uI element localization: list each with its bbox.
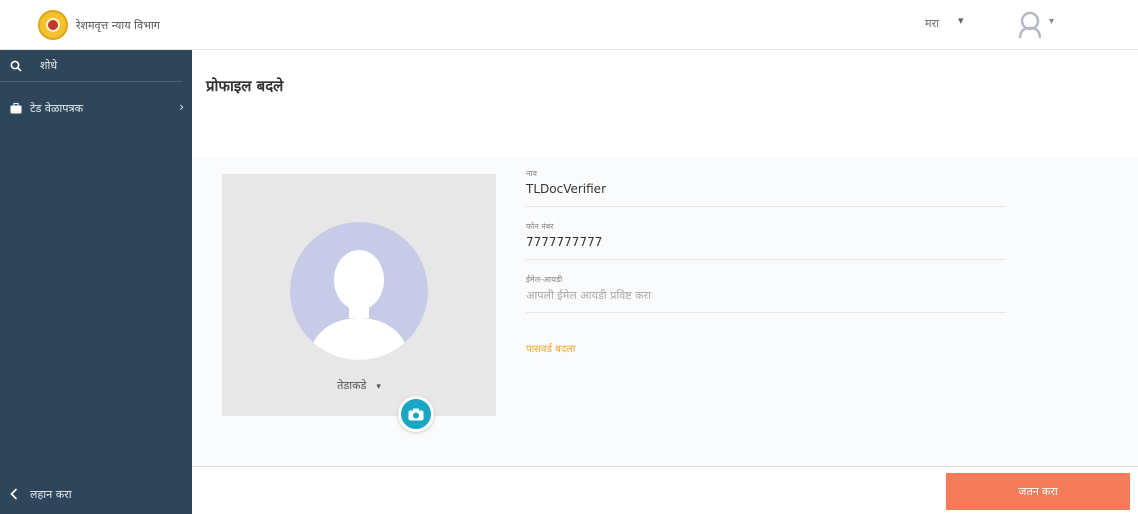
camera-icon <box>408 408 424 420</box>
sidebar-item-label: टेड वेळापत्रक <box>30 101 84 115</box>
chevron-down-icon[interactable]: ▾ <box>958 14 964 27</box>
language-selector[interactable]: मरा <box>925 16 939 31</box>
name-value[interactable]: TLDocVerifier <box>526 182 1006 200</box>
email-label: ईमेल-आयडी <box>526 275 563 284</box>
email-input[interactable]: आपली ईमेल आयडी प्रविष्ट करा <box>526 288 1006 306</box>
save-button[interactable]: जतन करा <box>946 473 1130 510</box>
avatar <box>290 222 428 360</box>
chevron-left-icon <box>10 488 18 500</box>
sidebar-collapse-label: लहान करा <box>30 487 72 501</box>
page-title: प्रोफाइल बदले <box>206 77 284 95</box>
profile-name-text: तेडाकडे <box>337 379 367 392</box>
upload-photo-button[interactable] <box>398 396 434 432</box>
profile-name[interactable]: तेडाकडे ▾ <box>222 378 496 393</box>
brand-name: रेशमवृत्त न्याय विभाग <box>76 18 160 32</box>
phone-field[interactable]: फोन नंबर 7777777777 <box>526 221 1006 260</box>
user-avatar-icon[interactable] <box>1017 10 1043 38</box>
name-label: नाव <box>526 169 537 178</box>
user-menu-caret-icon[interactable]: ▾ <box>1049 16 1054 27</box>
sidebar: शोधे टेड वेळापत्रक › लहान करा <box>0 50 192 514</box>
person-silhouette-icon <box>308 250 410 360</box>
chevron-right-icon: › <box>179 100 184 114</box>
sidebar-search-label: शोधे <box>40 59 58 72</box>
field-divider <box>526 312 1006 313</box>
phone-value[interactable]: 7777777777 <box>526 235 1006 253</box>
name-field[interactable]: नाव TLDocVerifier <box>526 168 1006 207</box>
brand-logo-icon <box>38 10 68 40</box>
phone-label: फोन नंबर <box>526 222 554 231</box>
main-content: प्रोफाइल बदले तेडाकडे ▾ नाव TLDocVerifier… <box>192 50 1138 514</box>
field-divider <box>526 206 1006 207</box>
email-field[interactable]: ईमेल-आयडी आपली ईमेल आयडी प्रविष्ट करा <box>526 274 1006 313</box>
sidebar-search[interactable]: शोधे <box>0 50 182 82</box>
search-icon <box>10 60 22 72</box>
change-password-link[interactable]: पासवर्ड बदला <box>526 341 576 355</box>
profile-form: नाव TLDocVerifier फोन नंबर 7777777777 ईम… <box>526 168 1006 356</box>
sidebar-item-schedule[interactable]: टेड वेळापत्रक › <box>0 94 192 122</box>
caret-down-icon: ▾ <box>376 382 381 392</box>
sidebar-collapse[interactable]: लहान करा <box>0 474 192 514</box>
brand[interactable]: रेशमवृत्त न्याय विभाग <box>38 9 160 41</box>
briefcase-icon <box>10 102 22 113</box>
field-divider <box>526 259 1006 260</box>
footer-divider <box>192 466 1138 467</box>
top-header: रेशमवृत्त न्याय विभाग मरा ▾ ▾ <box>0 0 1138 50</box>
profile-card: तेडाकडे ▾ <box>222 174 496 416</box>
